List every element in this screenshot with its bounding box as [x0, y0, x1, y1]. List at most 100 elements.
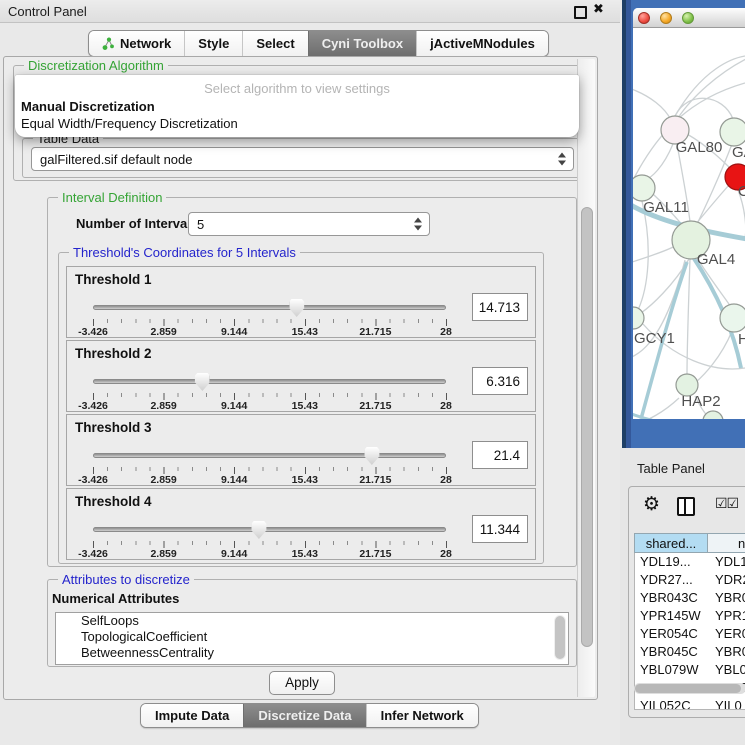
- slider-thumb[interactable]: [195, 373, 210, 391]
- network-edge[interactable]: [645, 144, 673, 180]
- network-edge[interactable]: [696, 144, 732, 226]
- apply-button[interactable]: Apply: [269, 671, 335, 695]
- table-row[interactable]: YDR27...YDR2: [635, 571, 745, 589]
- threshold-4-slider[interactable]: -3.426 2.859 9.144 15.43 21.715 28: [93, 521, 446, 557]
- cell-shared-name[interactable]: YPR145W: [635, 607, 709, 625]
- slider-track[interactable]: [93, 453, 446, 458]
- table-row[interactable]: YBR045CYBR0: [635, 643, 745, 661]
- cell-shared-name[interactable]: YBL079W: [635, 661, 709, 679]
- number-of-intervals-combo[interactable]: 5: [188, 212, 430, 236]
- close-panel-icon[interactable]: ✖: [593, 2, 604, 17]
- cell-shared-name[interactable]: YBR043C: [635, 589, 709, 607]
- attributes-list-scrollbar-thumb[interactable]: [555, 616, 565, 659]
- network-window-titlebar[interactable]: [633, 8, 745, 28]
- threshold-2-value-field[interactable]: 6.316: [472, 367, 528, 395]
- network-node-label: GAL4: [697, 251, 735, 268]
- table-data-combo[interactable]: galFiltered.sif default node: [31, 147, 574, 171]
- cell-name[interactable]: YDR2: [709, 571, 745, 589]
- GAL11-node[interactable]: [633, 175, 655, 201]
- cell-shared-name[interactable]: YBR045C: [635, 643, 709, 661]
- select-checkboxes-icon[interactable]: ☑☑: [715, 496, 738, 512]
- minimize-window-icon[interactable]: [660, 12, 672, 24]
- tab-select[interactable]: Select: [242, 31, 307, 56]
- table-horizontal-scrollbar[interactable]: [634, 683, 745, 694]
- slider-thumb[interactable]: [289, 299, 304, 317]
- bottom-partial-node[interactable]: [703, 411, 723, 419]
- column-header-name[interactable]: n: [708, 533, 745, 553]
- slider-scale-labels: -3.426 2.859 9.144 15.43 21.715 28: [93, 326, 446, 338]
- cell-name[interactable]: YER0: [709, 625, 745, 643]
- slider-thumb[interactable]: [364, 447, 379, 465]
- top-green-node[interactable]: [720, 118, 745, 146]
- cell-shared-name[interactable]: YIL052C: [635, 697, 709, 710]
- threshold-1-slider[interactable]: -3.426 2.859 9.144 15.43 21.715 28: [93, 299, 446, 335]
- scale-label: -3.426: [78, 400, 108, 412]
- network-edge[interactable]: [638, 201, 648, 310]
- panel-vertical-scrollbar[interactable]: [577, 59, 595, 697]
- table-row[interactable]: YBL079WYBL0: [635, 661, 745, 679]
- table-row[interactable]: YPR145WYPR1: [635, 607, 745, 625]
- column-header-shared-name[interactable]: shared...: [634, 533, 708, 553]
- scale-label: 28: [440, 326, 452, 338]
- list-item-selfloops[interactable]: SelfLoops: [56, 613, 568, 629]
- cell-name[interactable]: YIL0: [709, 697, 745, 710]
- scale-label: 21.715: [359, 400, 391, 412]
- cell-shared-name[interactable]: YDL19...: [635, 553, 709, 571]
- tab-style[interactable]: Style: [184, 31, 242, 56]
- threshold-1-value-field[interactable]: 14.713: [472, 293, 528, 321]
- network-edge[interactable]: [633, 88, 671, 120]
- algorithm-option-equal-width[interactable]: Equal Width/Frequency Discretization: [17, 116, 242, 131]
- threshold-3-slider[interactable]: -3.426 2.859 9.144 15.43 21.715 28: [93, 447, 446, 483]
- bottom-tab-bar: Impute Data Discretize Data Infer Networ…: [140, 703, 479, 728]
- threshold-3-value-field[interactable]: 21.4: [472, 441, 528, 469]
- slider-track[interactable]: [93, 527, 446, 532]
- gear-icon[interactable]: ⚙: [643, 493, 660, 515]
- table-row[interactable]: YDL19...YDL1: [635, 553, 745, 571]
- cell-shared-name[interactable]: YDR27...: [635, 571, 709, 589]
- table-horizontal-scrollbar-thumb[interactable]: [635, 684, 741, 693]
- scale-label: 28: [440, 548, 452, 560]
- network-canvas-svg: GAL80GAGAL11CGAL4GCY1HHAP2: [633, 28, 745, 419]
- threshold-2-label: Threshold 2: [75, 346, 152, 361]
- H-node[interactable]: [720, 304, 745, 332]
- table-row[interactable]: YIL052CYIL0: [635, 697, 745, 710]
- algorithm-option-manual[interactable]: Manual Discretization: [17, 99, 159, 114]
- slider-thumb[interactable]: [251, 521, 266, 539]
- discretization-algorithm-group-title: Discretization Algorithm: [24, 58, 168, 73]
- table-row[interactable]: YER054CYER0: [635, 625, 745, 643]
- tab-infer-network-label: Infer Network: [381, 708, 464, 723]
- numerical-attributes-label: Numerical Attributes: [52, 591, 179, 606]
- network-edge[interactable]: [678, 58, 745, 118]
- cell-name[interactable]: YDL1: [709, 553, 745, 571]
- cell-name[interactable]: YBR0: [709, 643, 745, 661]
- cell-name[interactable]: YBR0: [709, 589, 745, 607]
- scale-label: -3.426: [78, 474, 108, 486]
- GCY1-node[interactable]: [633, 307, 644, 329]
- cell-shared-name[interactable]: YER054C: [635, 625, 709, 643]
- cell-name[interactable]: YBL0: [709, 661, 745, 679]
- threshold-4-value-field[interactable]: 11.344: [472, 515, 528, 543]
- tab-impute-data[interactable]: Impute Data: [141, 704, 243, 727]
- zoom-window-icon[interactable]: [682, 12, 694, 24]
- slider-track[interactable]: [93, 379, 446, 384]
- network-canvas[interactable]: GAL80GAGAL11CGAL4GCY1HHAP2: [633, 28, 745, 419]
- close-window-icon[interactable]: [638, 12, 650, 24]
- float-window-icon[interactable]: [574, 6, 587, 19]
- tab-network[interactable]: Network: [89, 31, 184, 56]
- threshold-2-slider[interactable]: -3.426 2.859 9.144 15.43 21.715 28: [93, 373, 446, 409]
- tab-jactivemnodules[interactable]: jActiveMNodules: [416, 31, 548, 56]
- panel-vertical-scrollbar-thumb[interactable]: [581, 207, 593, 647]
- network-edge[interactable]: [696, 331, 732, 382]
- tab-infer-network[interactable]: Infer Network: [366, 704, 478, 727]
- cell-name[interactable]: YPR1: [709, 607, 745, 625]
- tab-cyni-toolbox[interactable]: Cyni Toolbox: [308, 31, 416, 56]
- slider-track[interactable]: [93, 305, 446, 310]
- table-panel-box: ⚙ ☑☑ shared... n YDL19...YDL1 YDR27...YD…: [628, 486, 745, 718]
- table-row[interactable]: YBR043CYBR0: [635, 589, 745, 607]
- column-layout-icon[interactable]: [677, 497, 695, 516]
- list-item-betweennesscentrality[interactable]: BetweennessCentrality: [56, 645, 568, 661]
- attributes-list-scrollbar[interactable]: [554, 615, 566, 660]
- network-edge[interactable]: [633, 246, 675, 263]
- tab-discretize-data[interactable]: Discretize Data: [243, 704, 365, 727]
- list-item-topologicalcoefficient[interactable]: TopologicalCoefficient: [56, 629, 568, 645]
